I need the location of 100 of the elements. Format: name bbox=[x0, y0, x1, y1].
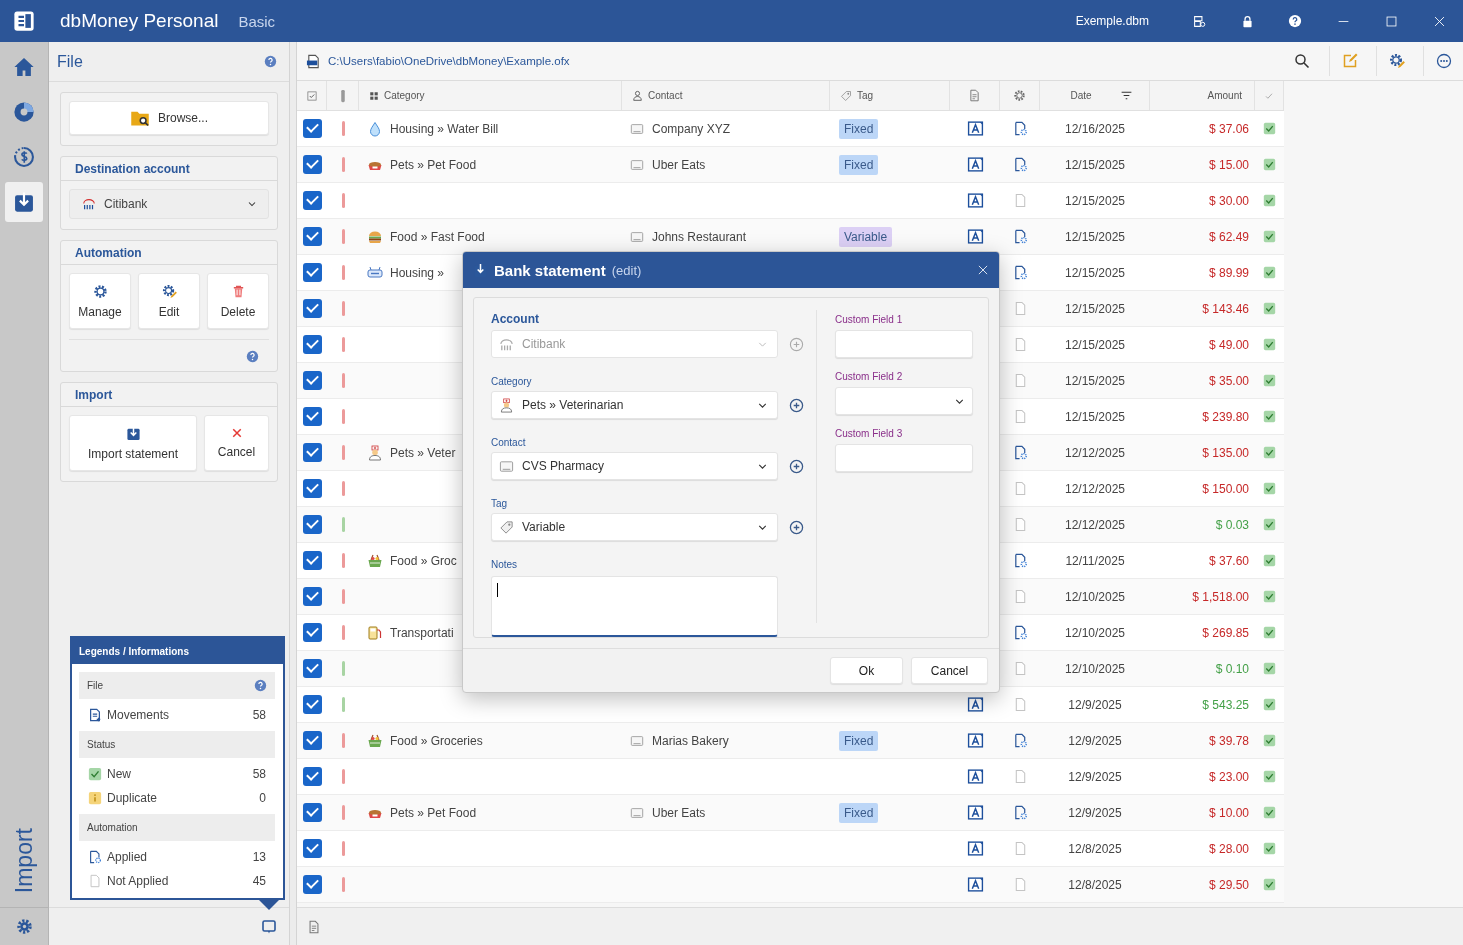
row-checkbox[interactable] bbox=[302, 371, 322, 390]
row-checkbox[interactable] bbox=[302, 551, 322, 570]
pie-chart-icon bbox=[13, 101, 35, 123]
row-checkbox[interactable] bbox=[302, 623, 322, 642]
grid-icon bbox=[369, 90, 379, 101]
date-text: 12/15/2025 bbox=[1064, 193, 1126, 208]
contact-text: Johns Restaurant bbox=[652, 229, 747, 244]
import-nav-button[interactable] bbox=[5, 182, 43, 222]
gear-icon bbox=[92, 283, 108, 299]
row-checkbox[interactable] bbox=[302, 515, 322, 534]
date-text: 12/15/2025 bbox=[1064, 409, 1126, 424]
help-icon[interactable] bbox=[1288, 14, 1302, 28]
gear-icon bbox=[1013, 89, 1026, 102]
row-checkbox[interactable] bbox=[302, 119, 322, 138]
edit-button[interactable]: Edit bbox=[138, 273, 200, 329]
date-text: 12/15/2025 bbox=[1064, 229, 1126, 244]
contact-dropdown[interactable]: CVS Pharmacy bbox=[491, 452, 778, 480]
maximize-icon[interactable] bbox=[1384, 14, 1398, 28]
document-plus-icon bbox=[88, 708, 102, 722]
import-statement-button[interactable]: Import statement bbox=[69, 415, 197, 471]
legend-count: 58 bbox=[252, 708, 266, 722]
field-label: Custom Field 3 bbox=[835, 428, 904, 441]
row-checkbox[interactable] bbox=[302, 839, 322, 858]
amount-text: $ 29.50 bbox=[1208, 877, 1249, 892]
account-dropdown[interactable]: Citibank bbox=[69, 189, 269, 219]
legend-label: Applied bbox=[107, 850, 149, 864]
bank-icon bbox=[82, 197, 96, 211]
search-icon[interactable] bbox=[1294, 53, 1310, 69]
category-text: Food » Groceries bbox=[390, 733, 483, 748]
contact-card-icon bbox=[630, 229, 644, 244]
add-icon[interactable] bbox=[789, 397, 804, 413]
database-icon[interactable] bbox=[1192, 14, 1206, 28]
nurse-icon bbox=[499, 397, 514, 413]
tag-label: Fixed bbox=[839, 154, 879, 175]
gear-pencil-icon bbox=[161, 283, 177, 299]
delete-button[interactable]: Delete bbox=[207, 273, 269, 329]
import-icon bbox=[13, 191, 35, 213]
add-icon[interactable] bbox=[789, 519, 804, 535]
cancel-button[interactable]: Cancel bbox=[204, 415, 269, 471]
tag-icon bbox=[840, 89, 852, 102]
document-gear-icon bbox=[88, 850, 102, 864]
dropdown-value: Citibank bbox=[104, 197, 149, 211]
close-icon[interactable] bbox=[977, 264, 989, 276]
row-checkbox[interactable] bbox=[302, 227, 322, 246]
date-text: 12/9/2025 bbox=[1068, 805, 1122, 820]
date-text: 12/9/2025 bbox=[1068, 697, 1122, 712]
row-checkbox[interactable] bbox=[302, 479, 322, 498]
row-checkbox[interactable] bbox=[302, 731, 322, 750]
lock-icon[interactable] bbox=[1240, 14, 1254, 28]
row-checkbox[interactable] bbox=[302, 407, 322, 426]
row-checkbox[interactable] bbox=[302, 191, 322, 210]
row-checkbox[interactable] bbox=[302, 695, 322, 714]
category-dropdown[interactable]: Pets » Veterinarian bbox=[491, 391, 778, 419]
dropdown-value: CVS Pharmacy bbox=[522, 459, 606, 473]
row-checkbox[interactable] bbox=[302, 443, 322, 462]
column-header: Contact bbox=[648, 90, 683, 101]
legend-count: 45 bbox=[252, 874, 266, 888]
nurse-icon bbox=[367, 444, 383, 461]
home-icon bbox=[13, 56, 35, 78]
custom-input-field[interactable] bbox=[835, 444, 973, 472]
category-text: Food » Fast Food bbox=[390, 229, 485, 244]
amount-text: $ 135.00 bbox=[1202, 445, 1249, 460]
close-icon[interactable] bbox=[1432, 14, 1446, 28]
amount-text: $ 543.25 bbox=[1202, 697, 1249, 712]
contact-text: Marias Bakery bbox=[652, 733, 729, 748]
tag-dropdown[interactable]: Variable bbox=[491, 513, 778, 541]
date-text: 12/15/2025 bbox=[1064, 157, 1126, 172]
ok-button[interactable]: Ok bbox=[830, 657, 903, 684]
manage-button[interactable]: Manage bbox=[69, 273, 131, 329]
tag-label: Fixed bbox=[839, 802, 879, 823]
row-checkbox[interactable] bbox=[302, 659, 322, 678]
row-checkbox[interactable] bbox=[302, 155, 322, 174]
document-icon bbox=[968, 89, 981, 102]
browse-button[interactable]: Browse... bbox=[69, 101, 269, 135]
row-checkbox[interactable] bbox=[302, 767, 322, 786]
more-icon[interactable] bbox=[1435, 53, 1452, 69]
contact-text: Uber Eats bbox=[652, 157, 706, 172]
comment-icon[interactable] bbox=[261, 918, 277, 935]
amount-text: $ 35.00 bbox=[1208, 373, 1249, 388]
legend-count: 58 bbox=[252, 767, 266, 781]
add-icon[interactable] bbox=[789, 458, 804, 474]
contact-text: Company XYZ bbox=[652, 121, 731, 136]
row-checkbox[interactable] bbox=[302, 335, 322, 354]
notes-field[interactable] bbox=[491, 576, 778, 637]
date-text: 12/12/2025 bbox=[1064, 517, 1126, 532]
settings-icon[interactable] bbox=[1388, 53, 1405, 69]
tag-label: Variable bbox=[839, 226, 893, 247]
cancel-button[interactable]: Cancel bbox=[911, 657, 988, 684]
row-checkbox[interactable] bbox=[302, 875, 322, 894]
row-checkbox[interactable] bbox=[302, 803, 322, 822]
field-label: Category bbox=[491, 376, 533, 389]
row-checkbox[interactable] bbox=[302, 299, 322, 318]
filter-icon[interactable] bbox=[1119, 89, 1133, 102]
row-checkbox[interactable] bbox=[302, 263, 322, 282]
legend-label: Movements bbox=[107, 708, 171, 722]
row-checkbox[interactable] bbox=[302, 587, 322, 606]
date-text: 12/9/2025 bbox=[1068, 733, 1122, 748]
dialog-title: Bank statement bbox=[494, 261, 606, 279]
custom-input-field[interactable] bbox=[835, 330, 973, 358]
cross-icon bbox=[230, 427, 243, 439]
